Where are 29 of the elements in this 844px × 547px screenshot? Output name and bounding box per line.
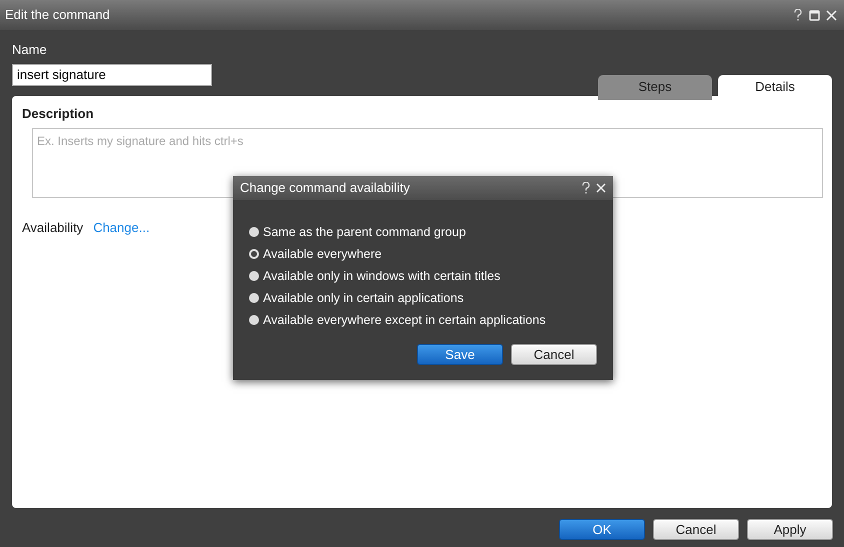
radio-button[interactable] [249, 315, 259, 325]
radio-button[interactable] [249, 293, 259, 303]
help-icon[interactable] [582, 182, 590, 194]
primary-button[interactable]: Save [417, 344, 503, 365]
description-label: Description [22, 104, 95, 123]
close-icon[interactable] [596, 183, 606, 193]
tab[interactable]: Steps [598, 74, 712, 100]
close-icon[interactable] [826, 10, 837, 20]
option-label: Available only in certain applications [263, 290, 464, 307]
name-label: Name [12, 41, 48, 59]
name-field[interactable]: insert signature [12, 64, 212, 86]
maximize-icon[interactable] [809, 10, 820, 20]
option-label: Available everywhere except in certain applications [263, 312, 546, 329]
primary-button[interactable]: OK [559, 518, 645, 540]
radio-button[interactable] [249, 271, 259, 281]
tab[interactable]: Details [718, 74, 832, 100]
radio-button[interactable] [249, 249, 259, 259]
button[interactable]: Cancel [653, 518, 739, 540]
change-link[interactable]: Change... [93, 218, 150, 237]
button[interactable]: Apply [747, 518, 833, 540]
button[interactable]: Cancel [511, 344, 597, 365]
option-label: Available everywhere [263, 246, 382, 263]
help-icon[interactable] [793, 8, 803, 22]
window-title: Edit the command [5, 6, 110, 24]
radio-button[interactable] [249, 227, 259, 237]
option-label: Same as the parent command group [263, 224, 466, 241]
availability-label: Availability [22, 218, 84, 237]
dialog-title: Change command availability [240, 179, 410, 198]
option-label: Available only in windows with certain titles [263, 268, 500, 285]
